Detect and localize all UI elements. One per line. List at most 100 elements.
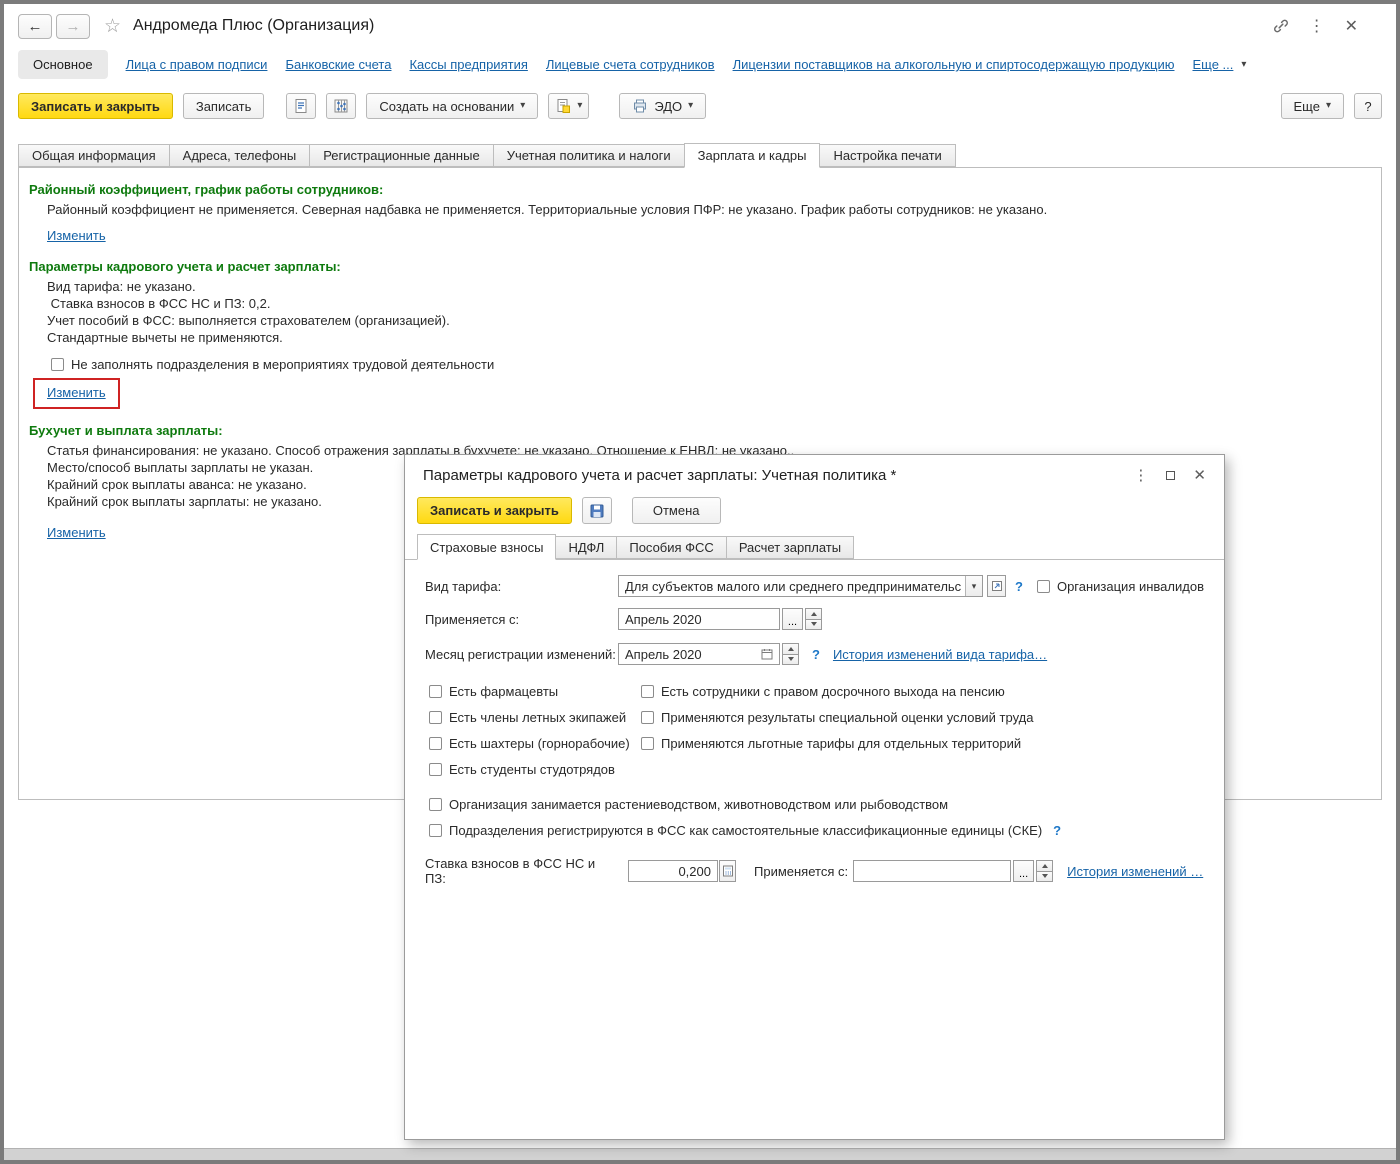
disabled-org-label: Организация инвалидов [1056, 578, 1204, 594]
no-departments-checkbox[interactable] [51, 358, 64, 371]
fss-rate-applies-input[interactable] [853, 860, 1012, 882]
maximize-icon [1166, 470, 1176, 480]
help-button[interactable]: ? [1354, 93, 1382, 119]
create-based-on-button[interactable]: Создать на основании ▾ [366, 93, 539, 119]
agro-checkbox[interactable] [429, 798, 442, 811]
document-report-button[interactable] [286, 93, 317, 119]
calculator-button[interactable] [719, 860, 736, 882]
tab-salary-hr[interactable]: Зарплата и кадры [683, 143, 821, 168]
special-assessment-checkbox[interactable] [641, 711, 654, 724]
fss-rate-input[interactable]: 0,200 [628, 860, 718, 882]
nav-link-alcohol-licenses[interactable]: Лицензии поставщиков на алкогольную и сп… [733, 57, 1175, 72]
reg-month-row: Месяц регистрации изменений: Апрель 2020… [425, 643, 1214, 665]
pharmacists-checkbox[interactable] [429, 685, 442, 698]
miners-checkbox[interactable] [429, 737, 442, 750]
open-picker-button[interactable] [987, 575, 1006, 597]
section-district-heading: Районный коэффициент, график работы сотр… [29, 182, 384, 197]
spin-down-button[interactable] [1036, 871, 1054, 882]
forward-button[interactable]: → [56, 13, 90, 39]
spin-up-button[interactable] [805, 608, 822, 620]
spin-down-button[interactable] [782, 654, 799, 665]
nav-link-bank-accounts[interactable]: Банковские счета [285, 57, 391, 72]
dialog-tab-salary-calc[interactable]: Расчет зарплаты [725, 536, 855, 559]
flight-crews-checkbox[interactable] [429, 711, 442, 724]
save-button[interactable]: Записать [182, 93, 265, 119]
get-link-icon[interactable] [1273, 18, 1289, 34]
reg-month-help-button[interactable]: ? [812, 647, 820, 662]
forward-icon: → [65, 17, 81, 35]
nav-row: Основное Лица с правом подписи Банковски… [4, 48, 1396, 87]
agro-label: Организация занимается растениеводством,… [449, 797, 949, 812]
fss-rate-applies-more-button[interactable]: ... [1013, 860, 1035, 882]
hr-policy-dialog: Параметры кадрового учета и расчет зарпл… [404, 454, 1225, 1140]
tab-strip: Общая информация Адреса, телефоны Регист… [18, 143, 956, 168]
calendar-icon[interactable] [761, 648, 773, 660]
accounting-change-link[interactable]: Изменить [47, 525, 106, 540]
save-floppy-icon [590, 504, 604, 517]
caret-down-icon[interactable]: ▾ [965, 576, 982, 596]
edo-button[interactable]: ЭДО ▾ [619, 93, 707, 119]
save-close-button[interactable]: Записать и закрыть [18, 93, 173, 119]
create-based-on-label: Создать на основании [379, 98, 515, 114]
ske-checkbox[interactable] [429, 824, 442, 837]
spin-up-button[interactable] [1036, 860, 1054, 872]
dialog-tab-ndfl[interactable]: НДФЛ [556, 536, 617, 559]
spin-down-button[interactable] [805, 619, 822, 630]
abacus-icon [334, 99, 348, 113]
tariff-history-link[interactable]: История изменений вида тарифа… [833, 647, 1047, 662]
early-retirement-checkbox[interactable] [641, 685, 654, 698]
more-button[interactable]: Еще ▾ [1280, 93, 1344, 119]
applies-from-row: Применяется с: Апрель 2020 ... [425, 608, 1214, 630]
dialog-cancel-button[interactable]: Отмена [631, 497, 721, 524]
close-icon[interactable]: ✕ [1193, 466, 1206, 484]
nav-link-signers[interactable]: Лица с правом подписи [126, 57, 268, 72]
dialog-tab-fss-benefits[interactable]: Пособия ФСС [616, 536, 726, 559]
applies-from-input[interactable]: Апрель 2020 [618, 608, 780, 630]
main-toolbar: Записать и закрыть Записать Создать на о… [4, 87, 1396, 129]
territory-tariffs-checkbox[interactable] [641, 737, 654, 750]
abacus-button[interactable] [326, 93, 357, 119]
ske-help-button[interactable]: ? [1053, 823, 1061, 838]
close-icon[interactable]: ✕ [1345, 16, 1358, 36]
reg-month-label: Месяц регистрации изменений: [425, 646, 616, 662]
tab-registration-data[interactable]: Регистрационные данные [309, 144, 493, 167]
tab-general-info[interactable]: Общая информация [18, 144, 169, 167]
miners-checkbox-row: Есть шахтеры (горнорабочие) [429, 736, 630, 751]
kebab-menu-icon[interactable]: ⋮ [1133, 466, 1148, 484]
tariff-type-combobox[interactable]: Для субъектов малого или среднего предпр… [618, 575, 983, 597]
nav-link-employee-accounts[interactable]: Лицевые счета сотрудников [546, 57, 715, 72]
favorite-star-icon[interactable]: ☆ [104, 15, 121, 38]
nav-item-main[interactable]: Основное [18, 50, 108, 79]
tariff-help-button[interactable]: ? [1015, 579, 1023, 594]
disabled-org-checkbox[interactable] [1036, 579, 1050, 593]
create-linked-dropdown-button[interactable]: ▾ [548, 93, 590, 119]
students-checkbox[interactable] [429, 763, 442, 776]
back-button[interactable]: ← [18, 13, 52, 39]
district-change-link[interactable]: Изменить [47, 228, 106, 243]
students-checkbox-row: Есть студенты студотрядов [429, 762, 615, 777]
fss-rate-history-link[interactable]: История изменений … [1067, 864, 1203, 879]
tab-addresses[interactable]: Адреса, телефоны [168, 144, 310, 167]
nav-link-cash-desks[interactable]: Кассы предприятия [409, 57, 527, 72]
maximize-button[interactable] [1166, 470, 1176, 480]
tab-accounting-policy[interactable]: Учетная политика и налоги [492, 144, 684, 167]
fss-rate-label: Ставка взносов в ФСС НС и ПЗ: [425, 856, 596, 886]
hr-params-line: Ставка взносов в ФСС НС и ПЗ: 0,2. [47, 296, 271, 311]
titlebar: ← → ☆ Андромеда Плюс (Организация) ⋮ ✕ [4, 4, 1396, 48]
nav-more-button[interactable]: Еще ... ▾ [1192, 57, 1246, 72]
reg-month-spinner [782, 643, 799, 665]
dialog-save-button[interactable] [581, 497, 612, 524]
caret-down-icon: ▾ [577, 100, 583, 111]
hr-params-change-link[interactable]: Изменить [47, 385, 106, 400]
spin-up-button[interactable] [782, 643, 799, 655]
tab-print-settings[interactable]: Настройка печати [820, 144, 956, 167]
hr-params-line: Вид тарифа: не указано. [47, 279, 196, 294]
kebab-menu-icon[interactable]: ⋮ [1309, 16, 1325, 36]
applies-from-more-button[interactable]: ... [782, 608, 803, 630]
reg-month-input[interactable]: Апрель 2020 [618, 643, 780, 665]
dialog-tab-strip: Страховые взносы НДФЛ Пособия ФСС Расчет… [405, 533, 1224, 560]
dialog-tab-insurance[interactable]: Страховые взносы [417, 534, 557, 560]
dialog-window-actions: ⋮ ✕ [1133, 466, 1206, 484]
dialog-save-close-button[interactable]: Записать и закрыть [417, 497, 572, 524]
red-highlight-box: Изменить [33, 378, 120, 409]
